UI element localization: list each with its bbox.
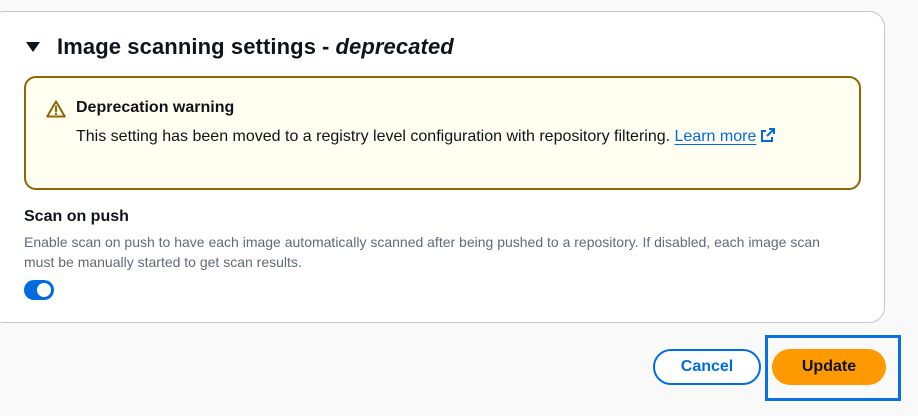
section-title-text: Image scanning settings (57, 34, 317, 59)
update-button[interactable]: Update (772, 349, 886, 385)
cancel-button[interactable]: Cancel (653, 349, 761, 385)
alert-body-text: This setting has been moved to a registr… (76, 128, 671, 145)
warning-icon (46, 100, 66, 118)
deprecation-warning-alert: Deprecation warning This setting has bee… (24, 76, 861, 190)
scan-on-push-label: Scan on push (24, 208, 129, 225)
section-header-toggle[interactable]: Image scanning settings - deprecated (26, 34, 454, 60)
image-scanning-settings-panel: Image scanning settings - deprecated Depre… (0, 11, 885, 323)
learn-more-link-text: Learn more (674, 128, 757, 145)
caret-down-icon (26, 42, 40, 52)
section-title: Image scanning settings - deprecated (57, 34, 454, 60)
learn-more-link[interactable]: Learn more (675, 128, 757, 145)
section-title-suffix: deprecated (335, 34, 454, 59)
alert-title: Deprecation warning (76, 99, 235, 116)
section-title-separator: - (322, 34, 330, 59)
toggle-knob (37, 283, 51, 297)
alert-body: This setting has been moved to a registr… (76, 124, 836, 150)
scan-on-push-description: Enable scan on push to have each image a… (24, 234, 820, 270)
page: Image scanning settings - deprecated Depre… (0, 0, 918, 416)
external-link-icon[interactable] (760, 127, 776, 143)
scan-on-push-toggle[interactable] (24, 280, 54, 300)
